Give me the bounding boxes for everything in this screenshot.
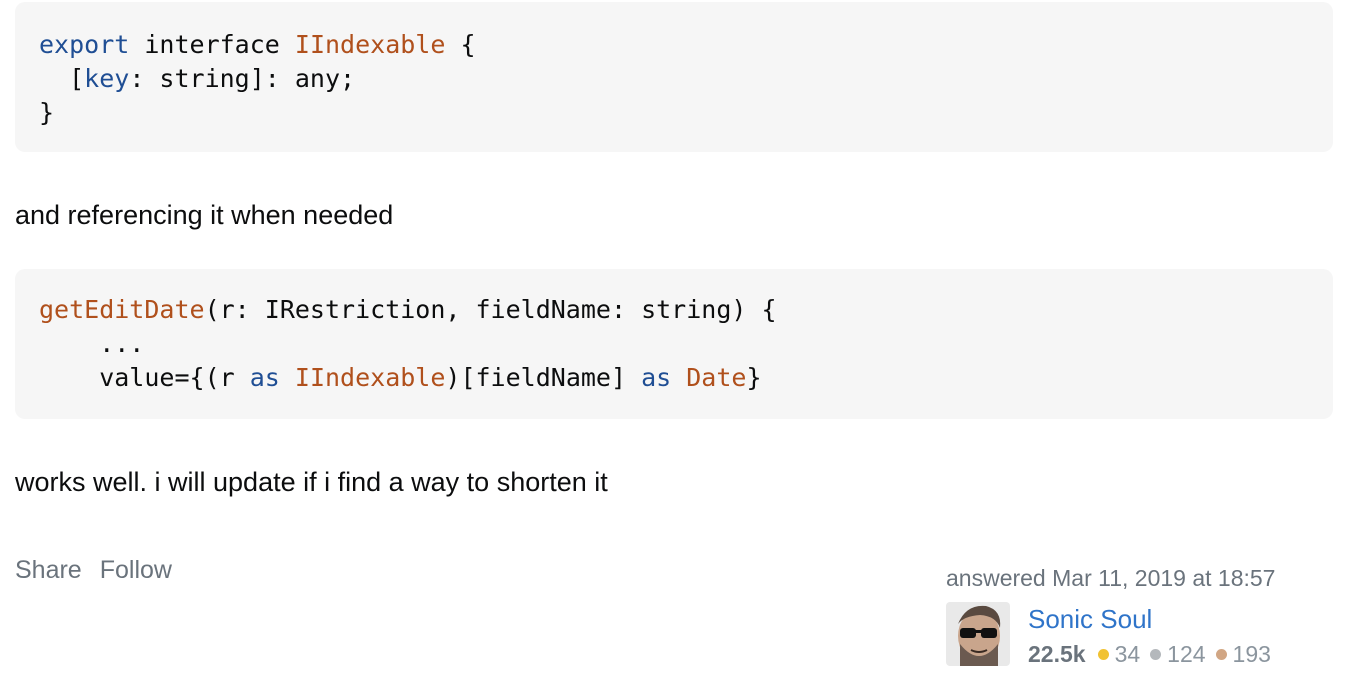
code-line: value={(r as IIndexable)[fieldName] as D… [39,361,762,395]
user-card: answered Mar 11, 2019 at 18:57 Sonic Sou… [946,562,1306,667]
gold-badge-count: 34 [1114,641,1141,667]
code-text: value={(r [39,363,250,392]
silver-badges: 124 [1150,638,1206,670]
code-keyword: key [84,64,130,93]
code-type: IIndexable [294,30,446,59]
share-link[interactable]: Share [15,556,82,585]
code-text: [ [39,64,85,93]
follow-link[interactable]: Follow [100,556,172,585]
answer-text: and referencing it when needed [15,200,394,230]
code-line: ... [39,327,144,361]
answer-text: works well. i will update if i find a wa… [15,467,608,497]
code-type: IIndexable [294,363,446,392]
bronze-badges: 193 [1215,638,1271,670]
user-name-link[interactable]: Sonic Soul [1028,602,1152,636]
silver-badge-icon [1150,648,1162,660]
reputation-score: 22.5k [1028,641,1086,667]
code-block-interface: export interface IIndexable { [key: stri… [15,2,1333,152]
code-text: : string]: any; [129,64,356,93]
bronze-badge-icon [1215,648,1227,660]
code-text: )[fieldName] [445,363,642,392]
user-stats: 22.5k 34 124 193 [1028,638,1281,670]
code-line: getEditDate(r: IRestriction, fieldName: … [39,293,777,327]
code-line: export interface IIndexable { [39,28,476,62]
code-keyword: as [249,363,280,392]
avatar-icon [946,602,1010,666]
code-keyword: export [39,30,130,59]
code-text: ... [39,329,145,358]
code-type: Date [686,363,747,392]
user-avatar[interactable] [946,602,1010,666]
code-text: } [39,98,55,127]
code-line: [key: string]: any; [39,62,355,96]
code-keyword: as [641,363,672,392]
code-text: interface [129,30,295,59]
code-text: { [445,30,476,59]
code-line: } [39,96,54,130]
gold-badges: 34 [1097,638,1141,670]
code-text: (r: IRestriction, fieldName: string) { [204,295,777,324]
user-action-time: answered Mar 11, 2019 at 18:57 [946,565,1276,591]
code-block-usage: getEditDate(r: IRestriction, fieldName: … [15,269,1333,419]
code-text: } [746,363,762,392]
bronze-badge-count: 193 [1232,641,1271,667]
code-function: getEditDate [39,295,205,324]
silver-badge-count: 124 [1167,641,1206,667]
gold-badge-icon [1097,648,1109,660]
post-menu: Share Follow [15,556,172,585]
